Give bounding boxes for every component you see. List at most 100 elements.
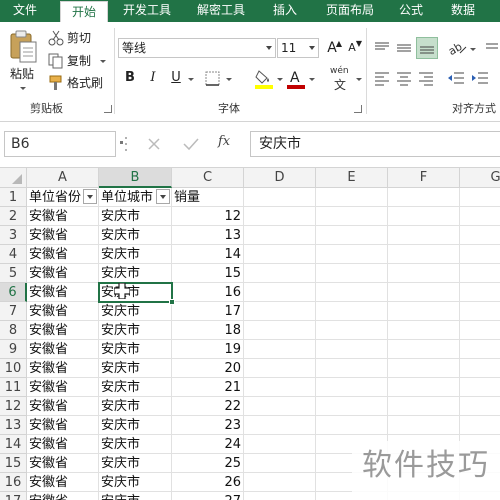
empty-cell[interactable] <box>460 302 500 321</box>
grow-font-button[interactable]: A ▲ <box>322 38 342 58</box>
row-header[interactable]: 3 <box>0 226 27 245</box>
table-cell-c[interactable]: 16 <box>172 283 244 302</box>
empty-cell[interactable] <box>460 340 500 359</box>
align-bottom-button[interactable] <box>416 37 438 59</box>
empty-cell[interactable] <box>460 207 500 226</box>
table-cell-b[interactable]: 安庆市 <box>99 207 172 226</box>
fill-handle[interactable] <box>169 299 175 305</box>
table-cell-c[interactable]: 25 <box>172 454 244 473</box>
insert-function-button[interactable]: fx <box>218 134 230 149</box>
column-header-f[interactable]: F <box>388 168 460 188</box>
tab-insert[interactable]: 插入 <box>262 0 308 22</box>
font-color-button[interactable]: A <box>286 68 306 90</box>
tab-developer[interactable]: 开发工具 <box>115 0 179 22</box>
empty-cell[interactable] <box>388 416 460 435</box>
align-middle-button[interactable] <box>394 38 414 58</box>
confirm-entry-button[interactable] <box>182 136 200 152</box>
table-cell-c[interactable]: 22 <box>172 397 244 416</box>
table-cell-c[interactable]: 23 <box>172 416 244 435</box>
table-cell-c[interactable]: 15 <box>172 264 244 283</box>
orientation-dropdown-icon[interactable] <box>470 48 476 51</box>
row-header[interactable]: 17 <box>0 492 27 500</box>
row-header[interactable]: 2 <box>0 207 27 226</box>
table-cell-b[interactable]: 安庆市 <box>99 416 172 435</box>
empty-cell[interactable] <box>316 321 388 340</box>
empty-cell[interactable] <box>316 378 388 397</box>
borders-dropdown-icon[interactable] <box>226 78 232 81</box>
empty-cell[interactable] <box>244 283 316 302</box>
empty-cell[interactable] <box>316 188 388 207</box>
empty-cell[interactable] <box>460 283 500 302</box>
table-cell-c[interactable]: 24 <box>172 435 244 454</box>
format-painter-button[interactable]: 格式刷 <box>67 73 103 93</box>
row-header[interactable]: 5 <box>0 264 27 283</box>
empty-cell[interactable] <box>316 397 388 416</box>
table-cell-b[interactable]: 安庆市 <box>99 226 172 245</box>
table-cell-c[interactable]: 13 <box>172 226 244 245</box>
empty-cell[interactable] <box>244 378 316 397</box>
column-header-g[interactable]: G <box>460 168 500 188</box>
empty-cell[interactable] <box>316 359 388 378</box>
empty-cell[interactable] <box>316 207 388 226</box>
table-cell-a[interactable]: 安徽省 <box>27 207 99 226</box>
row-header[interactable]: 11 <box>0 378 27 397</box>
empty-cell[interactable] <box>460 321 500 340</box>
cut-button[interactable]: 剪切 <box>67 28 91 48</box>
filter-dropdown-button[interactable] <box>156 189 170 204</box>
table-cell-c[interactable]: 18 <box>172 321 244 340</box>
empty-cell[interactable] <box>316 245 388 264</box>
empty-cell[interactable] <box>460 245 500 264</box>
empty-cell[interactable] <box>460 188 500 207</box>
table-cell-a[interactable]: 安徽省 <box>27 416 99 435</box>
orientation-button[interactable]: ab <box>446 38 470 58</box>
phonetic-dropdown-icon[interactable] <box>356 78 362 81</box>
empty-cell[interactable] <box>244 188 316 207</box>
table-cell-a[interactable]: 安徽省 <box>27 454 99 473</box>
empty-cell[interactable] <box>460 359 500 378</box>
row-header[interactable]: 12 <box>0 397 27 416</box>
font-color-dropdown-icon[interactable] <box>309 78 315 81</box>
empty-cell[interactable] <box>244 473 316 492</box>
name-box-dropdown-icon[interactable] <box>120 141 123 144</box>
table-cell-a[interactable]: 安徽省 <box>27 340 99 359</box>
table-cell-a[interactable]: 安徽省 <box>27 435 99 454</box>
empty-cell[interactable] <box>316 283 388 302</box>
empty-cell[interactable] <box>388 207 460 226</box>
empty-cell[interactable] <box>388 188 460 207</box>
table-cell-c[interactable]: 26 <box>172 473 244 492</box>
fill-color-dropdown-icon[interactable] <box>277 78 283 81</box>
empty-cell[interactable] <box>316 340 388 359</box>
table-cell-a[interactable]: 安徽省 <box>27 283 99 302</box>
row-header[interactable]: 10 <box>0 359 27 378</box>
font-dialog-launcher-icon[interactable] <box>354 105 362 113</box>
table-cell-b[interactable]: 安庆市 <box>99 378 172 397</box>
column-header-e[interactable]: E <box>316 168 388 188</box>
empty-cell[interactable] <box>388 264 460 283</box>
decrease-indent-button[interactable] <box>446 68 466 88</box>
empty-cell[interactable] <box>244 416 316 435</box>
empty-cell[interactable] <box>244 264 316 283</box>
fill-color-button[interactable] <box>254 68 274 90</box>
table-cell-b[interactable]: 安庆市 <box>99 283 172 302</box>
empty-cell[interactable] <box>460 264 500 283</box>
column-header-b[interactable]: B <box>99 168 172 188</box>
empty-cell[interactable] <box>388 397 460 416</box>
table-cell-c[interactable]: 21 <box>172 378 244 397</box>
tab-home[interactable]: 开始 <box>60 1 108 23</box>
formula-input[interactable]: 安庆市 <box>250 131 500 157</box>
empty-cell[interactable] <box>460 378 500 397</box>
tab-decrypt-tools[interactable]: 解密工具 <box>186 0 256 22</box>
empty-cell[interactable] <box>388 378 460 397</box>
font-size-dropdown[interactable]: 11 <box>277 38 319 58</box>
table-cell-a[interactable]: 安徽省 <box>27 264 99 283</box>
font-name-dropdown[interactable]: 等线 <box>118 38 276 58</box>
italic-button[interactable]: I <box>143 68 163 88</box>
tab-page-layout[interactable]: 页面布局 <box>318 0 382 22</box>
copy-dropdown-icon[interactable] <box>100 60 106 63</box>
cancel-entry-button[interactable] <box>146 136 162 152</box>
empty-cell[interactable] <box>244 226 316 245</box>
table-cell-a[interactable]: 安徽省 <box>27 492 99 500</box>
table-cell-b[interactable]: 安庆市 <box>99 359 172 378</box>
table-cell-c[interactable]: 14 <box>172 245 244 264</box>
bold-button[interactable]: B <box>120 68 140 88</box>
